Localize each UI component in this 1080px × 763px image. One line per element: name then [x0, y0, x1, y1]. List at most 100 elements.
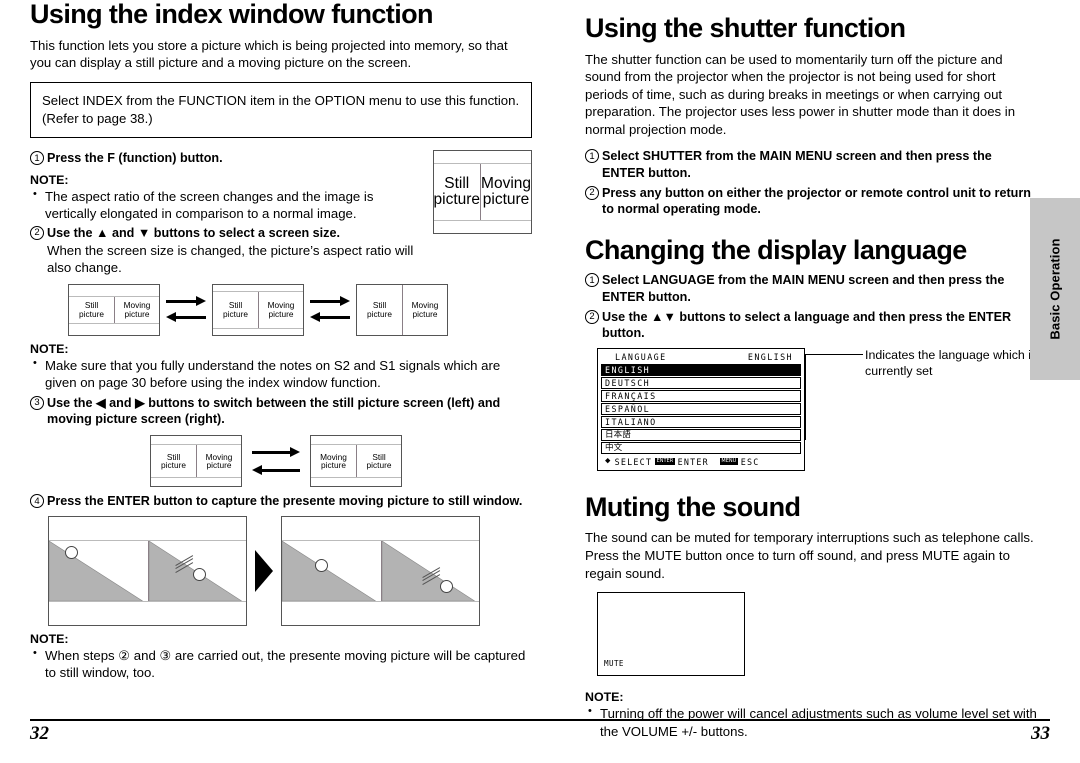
- screen-panes: Still picture Moving picture: [213, 291, 303, 328]
- page-number-right: 33: [1031, 723, 1050, 744]
- arrow-pair-1: [160, 296, 212, 323]
- screen-size-sequence-figure: Still picture Moving picture Still pictu…: [68, 283, 532, 336]
- arrow-right-icon: [252, 446, 300, 458]
- callout-leader-line: [805, 353, 863, 355]
- ball-icon: [315, 558, 328, 572]
- step-number: 2: [585, 310, 599, 325]
- moving-picture-pane: Moving picture: [114, 296, 159, 323]
- osd-header: LANGUAGE ENGLISH: [601, 351, 801, 364]
- pane-label-line2: picture: [366, 460, 392, 471]
- still-picture-pane: [49, 540, 148, 601]
- page-title-language: Changing the display language: [585, 234, 967, 265]
- osd-annotation-text: Indicates the language which is currentl…: [865, 347, 1038, 379]
- osd-list-item-francais[interactable]: FRANÇAIS: [601, 389, 801, 402]
- step-text: Select SHUTTER from the MAIN MENU screen…: [602, 149, 992, 180]
- language-step-1: 1 Select LANGUAGE from the MAIN MENU scr…: [585, 272, 1037, 305]
- pane-label-line2: picture: [79, 308, 104, 319]
- screen-panes: Still picture Moving picture: [151, 445, 241, 478]
- osd-list-item-italiano[interactable]: ITALIANO: [601, 415, 801, 428]
- screen-size-full: Still picture Moving picture: [356, 283, 448, 336]
- step-number: 2: [30, 225, 44, 240]
- step-number: 1: [585, 273, 599, 288]
- osd-enter-label: ENTER: [677, 456, 709, 467]
- still-picture-pane: Still picture: [151, 445, 196, 477]
- step-number: 1: [30, 151, 44, 166]
- still-picture-pane: [282, 540, 381, 601]
- capture-illustration: [48, 515, 532, 626]
- step-text: Press any button on either the projector…: [602, 186, 1031, 217]
- left-page: Using the index window function This fun…: [30, 0, 532, 683]
- arrow-left-icon: [252, 464, 300, 476]
- osd-list-item-deutsch[interactable]: DEUTSCH: [601, 376, 801, 389]
- osd-list-item-english[interactable]: ENGLISH: [601, 363, 801, 376]
- screen-panes: Still picture Moving picture: [434, 164, 531, 221]
- letterbox-bar-bottom: [151, 477, 241, 487]
- moving-picture-pane: Moving picture: [480, 164, 531, 221]
- still-picture-pane: Still picture: [434, 164, 481, 220]
- still-picture-pane: Still picture: [69, 297, 114, 323]
- pane-label-line2: picture: [412, 308, 438, 319]
- moving-picture-pane: Moving picture: [258, 291, 303, 328]
- still-picture-pane: Still picture: [213, 292, 258, 328]
- letterbox-bar-top: [433, 151, 531, 165]
- shutter-step-1: 1 Select SHUTTER from the MAIN MENU scre…: [585, 148, 1037, 181]
- osd-footer: ◆ SELECT ENTER ENTER MENU ESC: [601, 455, 801, 468]
- note-heading-2: NOTE:: [30, 341, 69, 356]
- screen-still-left: Still picture Moving picture: [150, 435, 242, 488]
- screen-panes: [49, 540, 246, 601]
- letterbox-bar-bottom: [213, 327, 303, 335]
- ball-icon: [192, 567, 206, 581]
- note-heading-3: NOTE:: [30, 631, 69, 646]
- arrow-left-icon: [166, 312, 206, 323]
- language-step-2: 2 Use the ▲▼ buttons to select a languag…: [585, 309, 1037, 342]
- callout-leader-vertical: [805, 353, 806, 440]
- step-1-press-f-button: 1 Press the F (function) button.: [30, 150, 425, 166]
- right-page: Using the shutter function The shutter f…: [585, 0, 1037, 741]
- note-heading-1: NOTE:: [30, 172, 69, 187]
- step-number: 1: [585, 149, 599, 164]
- side-tab-label: Basic Operation: [1047, 238, 1063, 340]
- motion-lines-icon: [420, 566, 440, 586]
- shutter-intro: The shutter function can be used to mome…: [585, 51, 1016, 137]
- language-osd-menu[interactable]: LANGUAGE ENGLISH ENGLISH DEUTSCH FRANÇAI…: [597, 347, 805, 471]
- arrow-left-icon: [310, 312, 350, 323]
- arrow-pair-swap: [242, 446, 310, 476]
- note-item: When steps ② and ③ are carried out, the …: [30, 646, 532, 682]
- osd-language-list: ENGLISH DEUTSCH FRANÇAIS ESPAÑOL ITALIAN…: [601, 363, 801, 454]
- step-text: Select LANGUAGE from the MAIN MENU scree…: [602, 273, 1005, 304]
- index-window-figure: Still picture Moving picture: [432, 150, 532, 235]
- step-text: Use the ▲▼ buttons to select a language …: [602, 310, 1012, 341]
- up-down-arrow-icon: ◆: [605, 456, 612, 467]
- moving-picture-pane: [380, 540, 480, 601]
- pane-label-line2: picture: [161, 460, 186, 471]
- letterbox-bar-top: [151, 436, 241, 446]
- screen-swap-figure: Still picture Moving picture Moving pict…: [150, 435, 532, 488]
- letterbox-bar-top: [49, 517, 246, 541]
- moving-picture-pane: Moving picture: [196, 445, 241, 478]
- screen-moving-left: Moving picture Still picture: [310, 435, 402, 488]
- step-2-select-screen-size: 2 Use the ▲ and ▼ buttons to select a sc…: [30, 225, 425, 241]
- osd-header-title: LANGUAGE: [615, 351, 667, 362]
- step-text: Press the ENTER button to capture the pr…: [47, 494, 523, 509]
- osd-list-item-chinese[interactable]: 中文: [601, 441, 801, 454]
- moving-picture-pane: Moving picture: [402, 284, 447, 335]
- pane-label-line2: picture: [206, 460, 232, 471]
- motion-lines-icon: [173, 554, 193, 574]
- enter-key-icon: ENTER: [655, 458, 675, 466]
- screen-size-medium: Still picture Moving picture: [212, 283, 304, 336]
- osd-select-label: SELECT: [614, 456, 653, 467]
- pane-label-line1: Moving: [481, 175, 531, 193]
- screen-panes: Still picture Moving picture: [69, 296, 159, 323]
- pane-label-line2: picture: [124, 308, 150, 319]
- pane-label-line2: picture: [482, 191, 530, 209]
- page-title-index-window: Using the index window function: [30, 0, 433, 29]
- letterbox-bar-top: [213, 284, 303, 292]
- osd-list-item-japanese[interactable]: 日本語: [601, 428, 801, 441]
- step-2-detail: When the screen size is changed, the pic…: [47, 242, 414, 276]
- osd-list-item-espanol[interactable]: ESPAÑOL: [601, 402, 801, 415]
- footer-page-numbers: 32 33: [30, 723, 1050, 745]
- still-picture-pane: Still picture: [356, 445, 401, 478]
- screen-panes: [282, 540, 480, 601]
- step-number: 2: [585, 186, 599, 201]
- osd-esc-label: ESC: [740, 456, 760, 467]
